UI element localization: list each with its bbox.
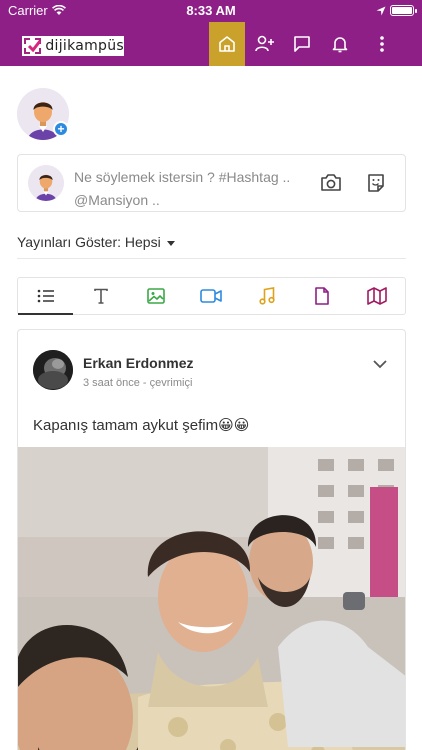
text-icon bbox=[94, 288, 108, 304]
tab-map[interactable] bbox=[350, 278, 405, 314]
home-icon bbox=[219, 36, 235, 52]
nav-messages-button[interactable] bbox=[284, 22, 320, 66]
post-meta: 3 saat önce - çevrimiçi bbox=[83, 377, 193, 389]
tab-image[interactable] bbox=[129, 278, 184, 314]
logo-check-icon bbox=[24, 38, 42, 54]
composer-mention-placeholder[interactable]: @Mansiyon .. bbox=[74, 192, 160, 208]
more-vertical-icon bbox=[380, 36, 384, 52]
message-icon bbox=[294, 36, 310, 52]
image-icon bbox=[147, 288, 166, 304]
post-type-tabs bbox=[17, 277, 406, 315]
tab-video[interactable] bbox=[184, 278, 239, 314]
tab-music[interactable] bbox=[239, 278, 294, 314]
add-user-icon bbox=[255, 35, 274, 52]
battery-icon bbox=[390, 5, 417, 16]
tab-text[interactable] bbox=[73, 278, 128, 314]
status-bar: Carrier 8:33 AM bbox=[0, 0, 422, 22]
tab-file[interactable] bbox=[294, 278, 349, 314]
map-icon bbox=[367, 287, 388, 305]
post-author-avatar[interactable] bbox=[33, 350, 73, 390]
bell-icon bbox=[332, 37, 348, 53]
logo-text: dijikampüs bbox=[45, 38, 124, 54]
divider bbox=[17, 258, 406, 259]
sticker-icon[interactable] bbox=[366, 173, 386, 198]
nav-home-button[interactable] bbox=[209, 22, 245, 66]
music-icon bbox=[259, 287, 275, 305]
list-icon bbox=[37, 289, 54, 303]
post-filter-dropdown[interactable]: Yayınları Göster: Hepsi bbox=[17, 234, 175, 250]
app-logo[interactable]: dijikampüs bbox=[22, 36, 124, 56]
file-icon bbox=[315, 287, 329, 305]
filter-value: Hepsi bbox=[124, 234, 161, 250]
add-photo-badge[interactable]: + bbox=[53, 121, 69, 137]
nav-more-button[interactable] bbox=[364, 22, 400, 66]
post-card: Erkan Erdonmez 3 saat önce - çevrimiçi K… bbox=[17, 329, 406, 750]
tab-all[interactable] bbox=[18, 278, 74, 315]
post-composer[interactable]: Ne söylemek istersin ? #Hashtag .. @Mans… bbox=[17, 154, 406, 212]
camera-icon[interactable] bbox=[320, 173, 342, 198]
nav-add-friend-button[interactable] bbox=[247, 22, 283, 66]
video-icon bbox=[200, 289, 223, 303]
caret-down-icon bbox=[166, 240, 175, 246]
composer-placeholder[interactable]: Ne söylemek istersin ? #Hashtag .. bbox=[74, 169, 290, 185]
chevron-down-icon[interactable] bbox=[373, 356, 387, 374]
location-arrow-icon bbox=[376, 4, 386, 19]
post-author-name[interactable]: Erkan Erdonmez bbox=[83, 355, 193, 371]
post-photo[interactable] bbox=[18, 447, 405, 750]
composer-avatar bbox=[28, 165, 64, 201]
post-text: Kapanış tamam aykut şefim😀😀 bbox=[33, 417, 250, 434]
top-nav-bar: dijikampüs bbox=[0, 22, 422, 66]
filter-label: Yayınları Göster: bbox=[17, 234, 122, 250]
status-time: 8:33 AM bbox=[186, 3, 236, 18]
nav-notifications-button[interactable] bbox=[322, 22, 358, 66]
